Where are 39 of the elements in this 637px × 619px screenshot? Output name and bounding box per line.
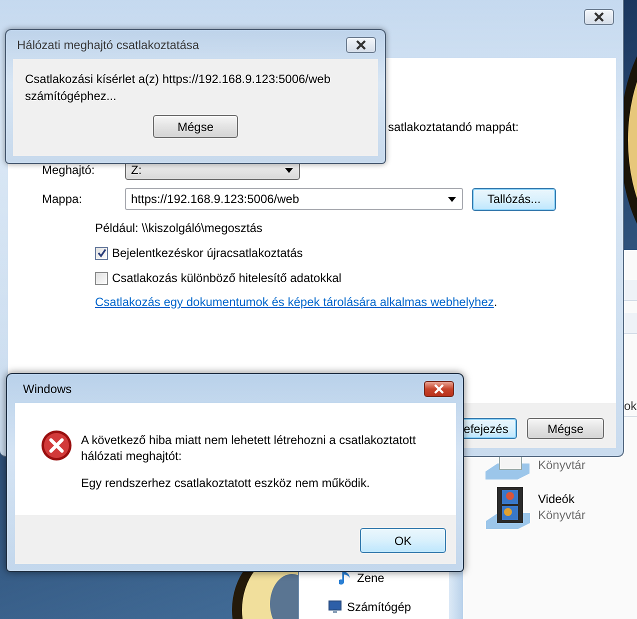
link-sentence: Csatlakozás egy dokumentumok és képek tárolására alkalmas webhelyhez. [95,295,498,310]
checkbox[interactable] [95,246,108,260]
instruction-text: satlakoztatandó mappát: [388,120,520,135]
library-title: Videók [538,491,576,507]
caret-icon [285,168,293,172]
folder-combo-box[interactable]: https://192.168.9.123:5006/web [125,188,463,210]
window-title: Windows [22,382,72,396]
nav-item[interactable]: Zene [299,570,449,586]
field-label: Mappa: [42,192,84,206]
ok-button[interactable]: OK [360,528,446,553]
library-item[interactable]: Videók Könyvtár [463,485,637,535]
cancel-button[interactable]: Mégse [153,115,238,138]
library-caption: Könyvtár [538,507,586,523]
checkbox[interactable] [95,272,108,284]
close-icon [593,12,605,22]
caret-icon [448,196,456,202]
website-link[interactable]: Csatlakozás egy dokumentumok és képek tárolására alkalmas webhelyhez [95,295,494,309]
film-library-icon [484,485,532,531]
music-note-icon [339,570,352,586]
field-label: Meghajtó: [42,163,96,177]
browse-button[interactable]: Tallózás... [472,188,556,210]
checkbox-label: Csatlakozás különböző hitelesítő adatokkal [112,271,342,285]
close-button[interactable] [424,380,454,396]
checkbox-label: Bejelentkezéskor újracsatlakoztatás [112,246,303,260]
error-message: A következő hiba miatt nem lehetett létrehozni a csatlakoztatott hálózati meghajtót: [81,432,417,464]
nav-item[interactable]: Számítógép [299,599,449,615]
close-icon [355,40,367,50]
document-library-icon [485,456,530,480]
window-title: Hálózati meghajtó csatlakoztatása [16,38,200,52]
error-icon [41,430,72,461]
computer-icon [328,600,342,614]
close-button[interactable] [346,36,376,52]
error-detail: Egy rendszerhez csatlakoztatott eszköz nem működik. [81,475,371,491]
dialog-button[interactable]: Mégse [527,418,604,439]
example-text: Például: \\kiszolgáló\megosztás [95,221,264,236]
progress-message: Csatlakozási kísérlet a(z) https://192.168.9.123:5006/web számítógéphez... [25,71,332,105]
close-icon [433,384,445,394]
close-button[interactable] [584,9,614,25]
library-caption: Könyvtár [538,457,586,473]
